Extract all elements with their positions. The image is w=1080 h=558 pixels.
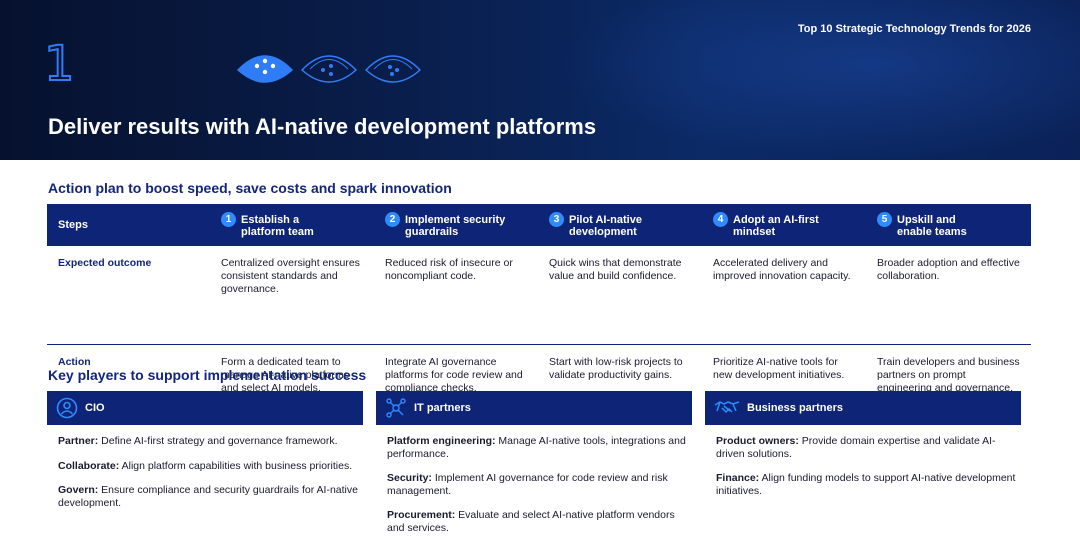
step-header: 5 Upskill and enable teams <box>866 212 1031 238</box>
player-header: Business partners <box>705 391 1021 425</box>
list-item: Product owners: Provide domain expertise… <box>716 435 996 460</box>
step-number-badge: 4 <box>713 212 728 227</box>
table-cell: Start with low-risk projects to validate… <box>549 356 683 381</box>
list-item: Collaborate: Align platform capabilities… <box>58 459 353 472</box>
trend-fan-icon <box>364 55 422 83</box>
step-header: 3 Pilot AI-native development <box>538 212 702 238</box>
player-name: CIO <box>85 402 105 414</box>
step-title: Implement security guardrails <box>405 214 506 238</box>
list-item: Finance: Align funding models to support… <box>716 472 1016 497</box>
steps-label: Steps <box>58 219 88 231</box>
table-cell: Centralized oversight ensures consistent… <box>221 257 360 295</box>
step-title: Pilot AI-native development <box>569 214 642 238</box>
step-header: 4 Adopt an AI-first mindset <box>702 212 866 238</box>
list-item: Govern: Ensure compliance and security g… <box>58 484 358 509</box>
handshake-icon <box>714 401 740 414</box>
step-number-badge: 5 <box>877 212 892 227</box>
table-cell: Quick wins that demonstrate value and bu… <box>549 257 682 282</box>
key-players-heading: Key players to support implementation su… <box>48 367 367 383</box>
step-number-badge: 2 <box>385 212 400 227</box>
table-cell: Broader adoption and effective collabora… <box>877 257 1020 282</box>
table-cell: Prioritize AI-native tools for new devel… <box>713 356 845 381</box>
step-title: Upskill and enable teams <box>897 214 967 238</box>
document-title: Top 10 Strategic Technology Trends for 2… <box>797 23 1031 35</box>
player-name: IT partners <box>414 402 471 414</box>
step-number-badge: 3 <box>549 212 564 227</box>
action-plan-heading: Action plan to boost speed, save costs a… <box>48 180 452 196</box>
player-header: IT partners <box>376 391 692 425</box>
player-body: Partner: Define AI-first strategy and go… <box>47 425 363 509</box>
player-card-cio: CIO Partner: Define AI-first strategy an… <box>47 391 363 546</box>
network-icon <box>386 398 406 418</box>
player-card-it-partners: IT partners Platform engineering: Manage… <box>376 391 692 546</box>
trend-icons <box>236 50 422 84</box>
person-circle-icon <box>56 397 78 419</box>
list-item: Procurement: Evaluate and select AI-nati… <box>387 509 675 534</box>
header-banner: 1 Top 10 Strategic Technology Trends for… <box>0 0 1080 160</box>
list-item: Platform engineering: Manage AI-native t… <box>387 435 686 460</box>
steps-header-row: Steps 1 Establish a platform team 2 Impl… <box>47 204 1031 246</box>
step-title: Adopt an AI-first mindset <box>733 214 819 238</box>
player-body: Product owners: Provide domain expertise… <box>705 425 1021 497</box>
table-cell: Reduced risk of insecure or noncompliant… <box>385 257 513 282</box>
trend-fan-icon-active <box>236 55 294 83</box>
player-name: Business partners <box>747 402 843 414</box>
step-header: 2 Implement security guardrails <box>374 212 538 238</box>
step-title: Establish a platform team <box>241 214 314 238</box>
key-players: CIO Partner: Define AI-first strategy an… <box>47 391 1031 546</box>
step-header: 1 Establish a platform team <box>210 212 374 238</box>
table-cell: Train developers and business partners o… <box>877 356 1020 394</box>
list-item: Security: Implement AI governance for co… <box>387 472 668 497</box>
player-card-business-partners: Business partners Product owners: Provid… <box>705 391 1021 546</box>
table-cell: Accelerated delivery and improved innova… <box>713 257 851 282</box>
trend-number: 1 <box>43 36 76 92</box>
trend-fan-icon <box>300 55 358 83</box>
row-label: Expected outcome <box>58 257 152 269</box>
table-cell: Integrate AI governance platforms for co… <box>385 356 523 394</box>
steps-table: Steps 1 Establish a platform team 2 Impl… <box>47 204 1031 394</box>
step-number-badge: 1 <box>221 212 236 227</box>
player-header: CIO <box>47 391 363 425</box>
page-title: Deliver results with AI-native developme… <box>48 114 597 139</box>
player-body: Platform engineering: Manage AI-native t… <box>376 425 692 534</box>
list-item: Partner: Define AI-first strategy and go… <box>58 435 338 447</box>
table-row-expected-outcome: Expected outcome Centralized oversight e… <box>47 246 1031 345</box>
